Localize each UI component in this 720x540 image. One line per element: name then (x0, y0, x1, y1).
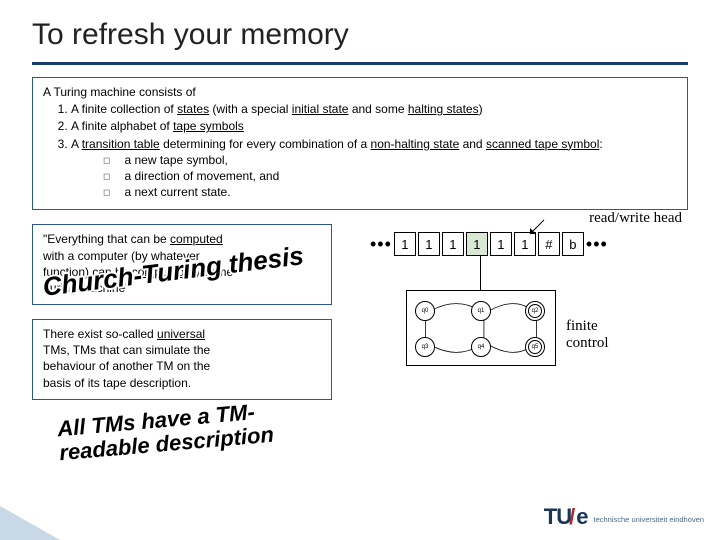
ellipsis-icon: ••• (370, 234, 392, 255)
state-node: q4 (471, 337, 491, 357)
state-node: q3 (415, 337, 435, 357)
text: e (576, 504, 587, 529)
slash-icon: / (569, 504, 575, 529)
underline: universal (157, 327, 205, 341)
underline: computed (170, 232, 223, 246)
arrow-icon (526, 218, 546, 238)
text: TMs, TMs that can simulate the (43, 343, 210, 357)
text: and (459, 137, 486, 151)
tape-cell-current: 1 (466, 232, 488, 256)
underline: transition table (82, 137, 160, 151)
tu-logo: TU/e (544, 504, 588, 530)
sub-item: a new tape symbol, (103, 152, 677, 168)
text: A (71, 137, 82, 151)
tape-cell: 1 (490, 232, 512, 256)
text: and some (348, 102, 407, 116)
definition-item-1: A finite collection of states (with a sp… (71, 101, 677, 117)
slide-title: To refresh your memory (32, 18, 688, 52)
state-node-accept: q2 (525, 301, 545, 321)
text: determining for every combination of a (160, 137, 371, 151)
transition-sublist: a new tape symbol, a direction of moveme… (71, 152, 677, 201)
underline: tape symbols (173, 119, 244, 133)
tm-figure: read/write head ••• 1 1 1 1 1 1 # b ••• (370, 232, 682, 256)
underline: scanned tape symbol (486, 137, 599, 151)
rw-head-label: read/write head (589, 210, 682, 227)
text: (with a special (209, 102, 292, 116)
state-node-accept: q5 (525, 337, 545, 357)
definition-box: A Turing machine consists of A finite co… (32, 77, 688, 210)
finite-control-wrap: q0 q1 q2 q3 q4 q5 finite control (406, 290, 556, 366)
underline: states (177, 102, 209, 116)
finite-control: q0 q1 q2 q3 q4 q5 (406, 290, 556, 366)
text: "Everything that can be (43, 232, 170, 246)
underline: non-halting state (371, 137, 460, 151)
underline: halting states (408, 102, 479, 116)
text: ) (479, 102, 483, 116)
text: TU (544, 504, 571, 529)
text: There exist so-called (43, 327, 157, 341)
university-name: technische universiteit eindhoven (594, 516, 705, 524)
definition-item-3: A transition table determining for every… (71, 136, 677, 201)
title-rule (32, 62, 688, 65)
tape-cell: 1 (442, 232, 464, 256)
state-node: q0 (415, 301, 435, 321)
connector-line (480, 256, 481, 290)
tape-cell: b (562, 232, 584, 256)
universal-tm-box: There exist so-called universal TMs, TMs… (32, 319, 332, 400)
corner-decoration (0, 506, 60, 540)
finite-control-label: finite control (566, 318, 609, 352)
definition-item-2: A finite alphabet of tape symbols (71, 118, 677, 134)
text: : (599, 137, 602, 151)
state-node: q1 (471, 301, 491, 321)
slide: To refresh your memory A Turing machine … (0, 0, 720, 540)
definition-lead: A Turing machine consists of (43, 84, 677, 100)
text: behaviour of another TM on the (43, 359, 210, 373)
overlay-tm-description: All TMs have a TM- readable description (56, 399, 275, 466)
text: A finite alphabet of (71, 119, 173, 133)
definition-list: A finite collection of states (with a sp… (43, 101, 677, 200)
sub-item: a next current state. (103, 184, 677, 200)
text: A finite collection of (71, 102, 177, 116)
tape-cell: 1 (394, 232, 416, 256)
ellipsis-icon: ••• (586, 234, 608, 255)
sub-item: a direction of movement, and (103, 168, 677, 184)
underline: initial state (292, 102, 349, 116)
tape-cell: 1 (418, 232, 440, 256)
text: basis of its tape description. (43, 376, 191, 390)
footer-logo: TU/e technische universiteit eindhoven (544, 504, 704, 530)
